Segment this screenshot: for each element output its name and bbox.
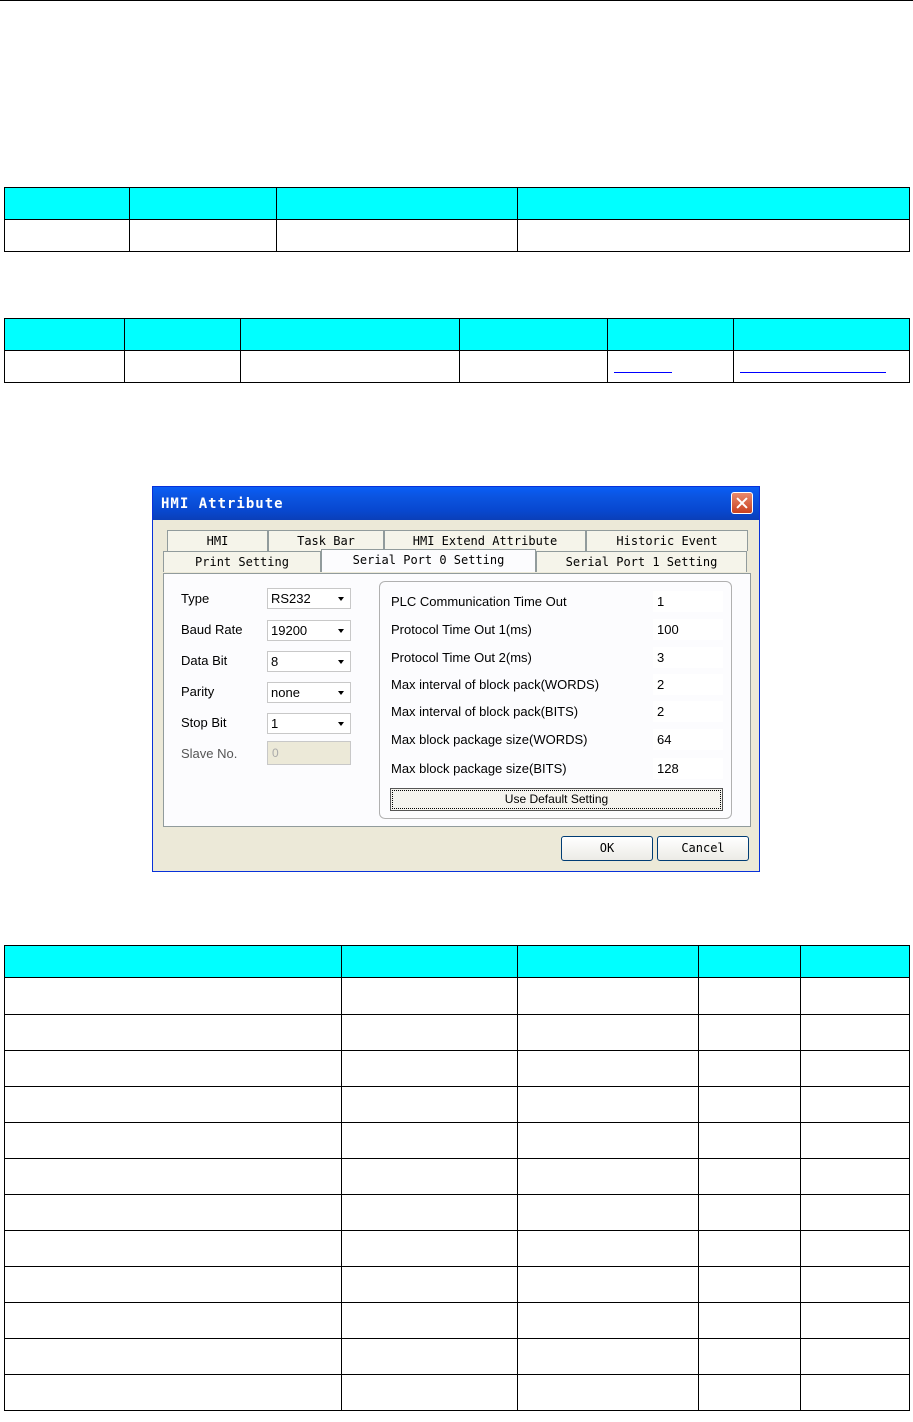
- protocol-timeout-1-input[interactable]: 100: [653, 619, 723, 640]
- table-row: [4, 1122, 910, 1159]
- tab-hmi-extend-attribute[interactable]: HMI Extend Attribute: [384, 530, 586, 551]
- chevron-down-icon[interactable]: [333, 621, 350, 640]
- dialog-title: HMI Attribute: [161, 496, 284, 512]
- table-row: [4, 1374, 910, 1411]
- type-value: RS232: [271, 591, 311, 606]
- data-bit-select[interactable]: 8: [267, 651, 351, 672]
- param-label: Protocol Time Out 2(ms): [391, 650, 532, 665]
- parity-select[interactable]: none: [267, 682, 351, 703]
- max-interval-words-input[interactable]: 2: [653, 674, 723, 695]
- hmi-attribute-dialog: HMI Attribute HMI Task Bar HMI Extend At…: [152, 486, 760, 872]
- table-2: [4, 318, 910, 383]
- ok-button[interactable]: OK: [561, 836, 653, 861]
- table-2-header: [4, 318, 910, 351]
- page-top-rule: [0, 0, 913, 1]
- chevron-down-icon[interactable]: [333, 652, 350, 671]
- table-row: [4, 1338, 910, 1375]
- param-label: Protocol Time Out 1(ms): [391, 622, 532, 637]
- data-bit-value: 8: [271, 654, 279, 669]
- param-label: Max interval of block pack(WORDS): [391, 677, 600, 692]
- table-3-header: [4, 945, 910, 978]
- close-icon[interactable]: [731, 492, 753, 514]
- plc-timeout-input[interactable]: 1: [653, 591, 723, 612]
- baud-rate-select[interactable]: 19200: [267, 620, 351, 641]
- stop-bit-label: Stop Bit: [181, 715, 227, 730]
- slave-no-input: 0: [267, 741, 351, 765]
- cancel-button[interactable]: Cancel: [657, 836, 749, 861]
- max-interval-bits-input[interactable]: 2: [653, 701, 723, 722]
- tab-serial-port-1-setting[interactable]: Serial Port 1 Setting: [536, 551, 747, 572]
- max-block-bits-input[interactable]: 128: [653, 758, 723, 779]
- use-default-setting-button[interactable]: Use Default Setting: [390, 788, 723, 811]
- stop-bit-select[interactable]: 1: [267, 713, 351, 734]
- max-block-words-input[interactable]: 64: [653, 729, 723, 750]
- parity-value: none: [271, 685, 300, 700]
- slave-no-label: Slave No.: [181, 746, 238, 761]
- data-bit-label: Data Bit: [181, 653, 228, 668]
- tab-hmi[interactable]: HMI: [167, 530, 268, 551]
- type-select[interactable]: RS232: [267, 588, 351, 609]
- table-row: [4, 1158, 910, 1195]
- table-row: [4, 1230, 910, 1267]
- table-row: [4, 1086, 910, 1123]
- table-row: [4, 1194, 910, 1231]
- chevron-down-icon[interactable]: [333, 683, 350, 702]
- chevron-down-icon[interactable]: [333, 714, 350, 733]
- baud-rate-label: Baud Rate: [181, 622, 243, 637]
- table-row: [4, 1050, 910, 1087]
- table-link[interactable]: [740, 358, 886, 373]
- type-label: Type: [181, 591, 210, 606]
- table-row: [4, 977, 910, 1015]
- table-1-header: [4, 187, 910, 220]
- tab-print-setting[interactable]: Print Setting: [163, 551, 321, 572]
- chevron-down-icon[interactable]: [333, 589, 350, 608]
- table-link[interactable]: [614, 358, 672, 373]
- table-row: [4, 1302, 910, 1339]
- protocol-timeout-2-input[interactable]: 3: [653, 647, 723, 668]
- dialog-title-bar[interactable]: HMI Attribute: [153, 487, 759, 520]
- table-row: [4, 219, 910, 252]
- table-row: [4, 350, 910, 383]
- param-label: Max block package size(WORDS): [391, 732, 588, 747]
- table-1: [4, 187, 910, 252]
- tab-historic-event[interactable]: Historic Event: [586, 530, 748, 551]
- param-label: PLC Communication Time Out: [391, 594, 567, 609]
- table-3: [4, 945, 910, 1411]
- baud-rate-value: 19200: [271, 623, 308, 638]
- param-label: Max interval of block pack(BITS): [391, 704, 579, 719]
- tab-serial-port-0-setting[interactable]: Serial Port 0 Setting: [321, 549, 536, 572]
- param-label: Max block package size(BITS): [391, 761, 567, 776]
- tab-task-bar[interactable]: Task Bar: [268, 530, 384, 551]
- table-row: [4, 1014, 910, 1051]
- table-row: [4, 1266, 910, 1303]
- protocol-group: [379, 581, 732, 819]
- stop-bit-value: 1: [271, 716, 279, 731]
- parity-label: Parity: [181, 684, 215, 699]
